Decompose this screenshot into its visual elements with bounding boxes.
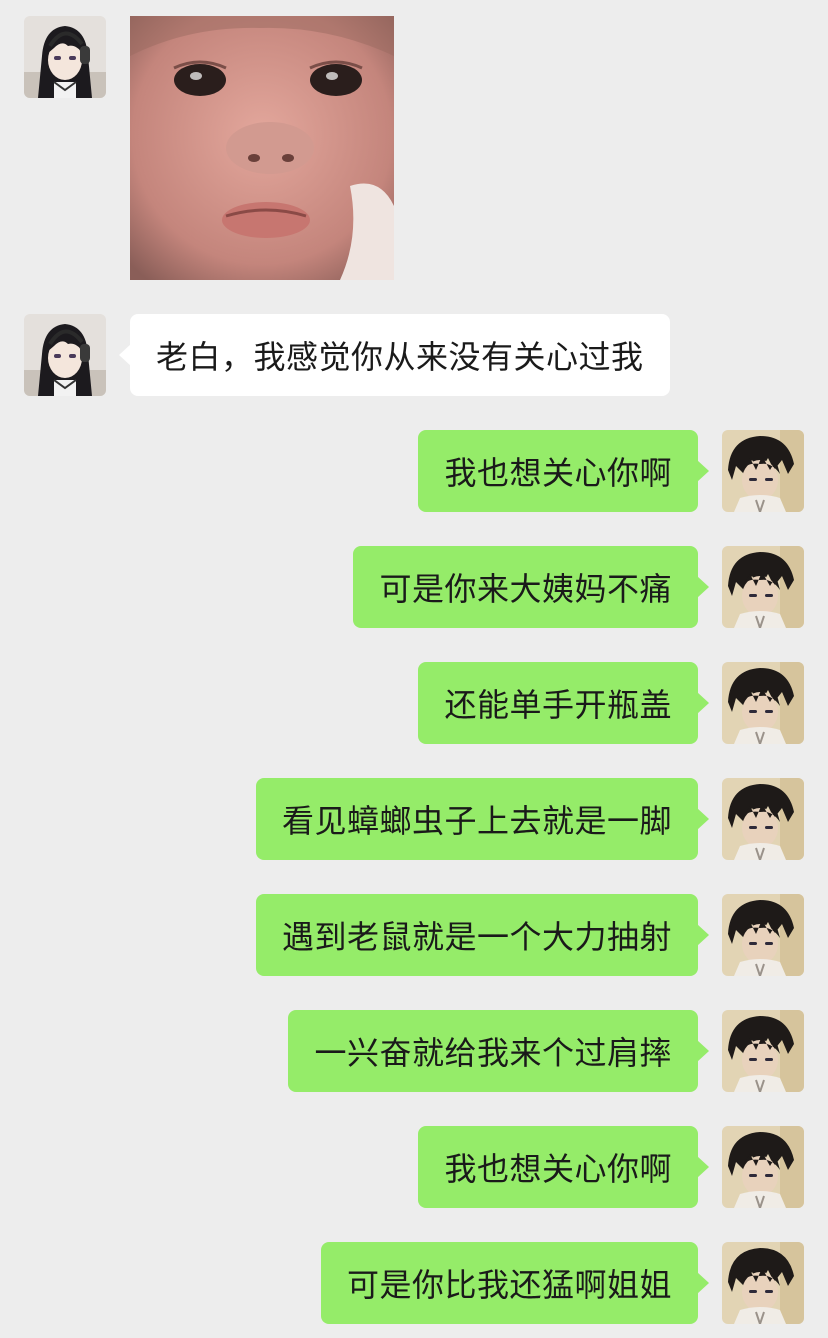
message-text: 老白，我感觉你从来没有关心过我 xyxy=(156,338,644,376)
outgoing-message-bubble[interactable]: 可是你来大姨妈不痛 xyxy=(353,546,709,628)
self-avatar[interactable] xyxy=(722,662,804,744)
incoming-message-bubble[interactable]: 老白，我感觉你从来没有关心过我 xyxy=(119,314,670,396)
outgoing-message-bubble[interactable]: 可是你比我还猛啊姐姐 xyxy=(320,1242,710,1324)
self-avatar[interactable] xyxy=(722,1010,804,1092)
anime-boy-avatar-icon xyxy=(722,430,804,512)
message-text: 我也想关心你啊 xyxy=(444,454,672,492)
self-avatar[interactable] xyxy=(722,1242,804,1324)
outgoing-message-bubble[interactable]: 我也想关心你啊 xyxy=(418,430,709,512)
anime-boy-avatar-icon xyxy=(722,546,804,628)
message-text: 还能单手开瓶盖 xyxy=(444,686,672,724)
message-text: 可是你比我还猛啊姐姐 xyxy=(346,1266,672,1304)
anime-boy-avatar-icon xyxy=(722,778,804,860)
self-avatar[interactable] xyxy=(722,1126,804,1208)
anime-girl-avatar-icon xyxy=(24,16,106,98)
outgoing-message-bubble[interactable]: 看见蟑螂虫子上去就是一脚 xyxy=(255,778,710,860)
message-text: 一兴奋就给我来个过肩摔 xyxy=(314,1034,672,1072)
outgoing-message-bubble[interactable]: 还能单手开瓶盖 xyxy=(418,662,709,744)
message-text: 我也想关心你啊 xyxy=(444,1150,672,1188)
self-avatar[interactable] xyxy=(722,546,804,628)
anime-boy-avatar-icon xyxy=(722,1010,804,1092)
contact-avatar[interactable] xyxy=(24,314,106,396)
pouting-baby-sticker-icon xyxy=(130,16,394,280)
anime-boy-avatar-icon xyxy=(722,1126,804,1208)
anime-boy-avatar-icon xyxy=(722,894,804,976)
message-text: 可是你来大姨妈不痛 xyxy=(379,570,672,608)
outgoing-message-bubble[interactable]: 遇到老鼠就是一个大力抽射 xyxy=(255,894,710,976)
outgoing-message-bubble[interactable]: 我也想关心你啊 xyxy=(418,1126,709,1208)
self-avatar[interactable] xyxy=(722,894,804,976)
contact-avatar[interactable] xyxy=(24,16,106,98)
anime-boy-avatar-icon xyxy=(722,1242,804,1324)
outgoing-message-bubble[interactable]: 一兴奋就给我来个过肩摔 xyxy=(288,1010,709,1092)
anime-girl-avatar-icon xyxy=(24,314,106,396)
message-text: 看见蟑螂虫子上去就是一脚 xyxy=(281,802,672,840)
anime-boy-avatar-icon xyxy=(722,662,804,744)
self-avatar[interactable] xyxy=(722,430,804,512)
self-avatar[interactable] xyxy=(722,778,804,860)
sticker-image[interactable] xyxy=(130,16,394,280)
message-text: 遇到老鼠就是一个大力抽射 xyxy=(281,918,672,956)
